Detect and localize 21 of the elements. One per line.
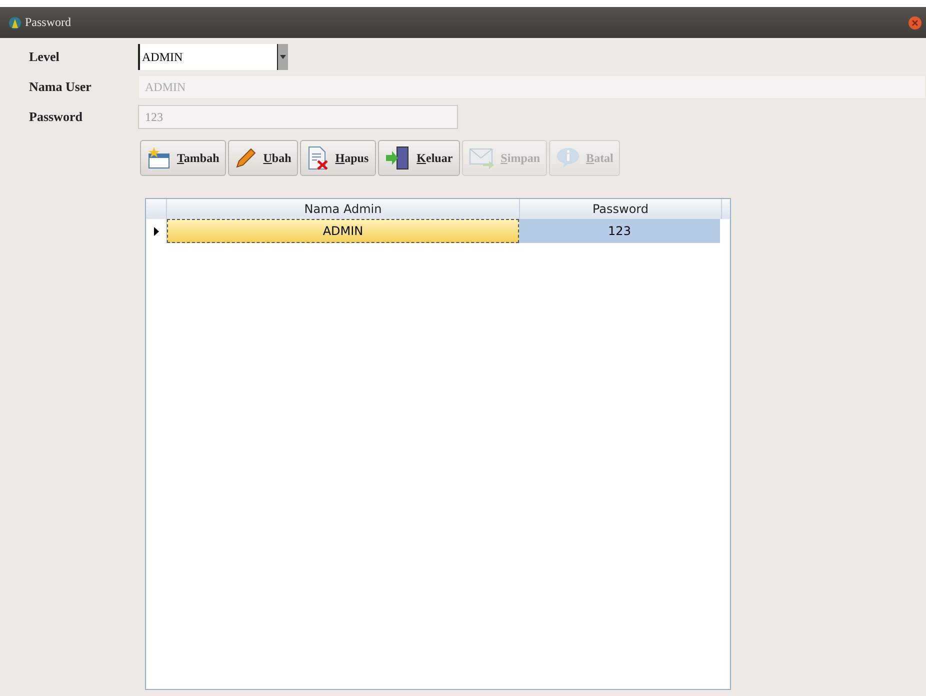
field-label: Level [28,49,60,65]
close-icon[interactable] [908,16,922,30]
window-star-icon [147,147,171,169]
envelope-icon [468,147,495,169]
field-label: Nama User [28,79,92,95]
action-button[interactable]: Tambah [140,140,226,176]
window-title: Password [25,15,72,30]
document-delete-icon [307,146,330,170]
row-pointer-icon [154,226,158,236]
field-label: Password [28,109,84,125]
app-icon [8,16,22,30]
info-bubble-icon [556,147,580,169]
level-dropdown[interactable]: ADMIN [138,44,288,70]
action-button[interactable]: Hapus [300,140,376,176]
action-button[interactable]: Ubah [228,140,298,176]
caret-icon [280,55,286,59]
table-cell: ADMIN [167,219,519,243]
pencil-icon [235,147,258,169]
action-button[interactable]: Keluar [378,140,460,176]
table-cell: 123 [519,219,720,243]
door-arrow-icon [384,146,411,170]
